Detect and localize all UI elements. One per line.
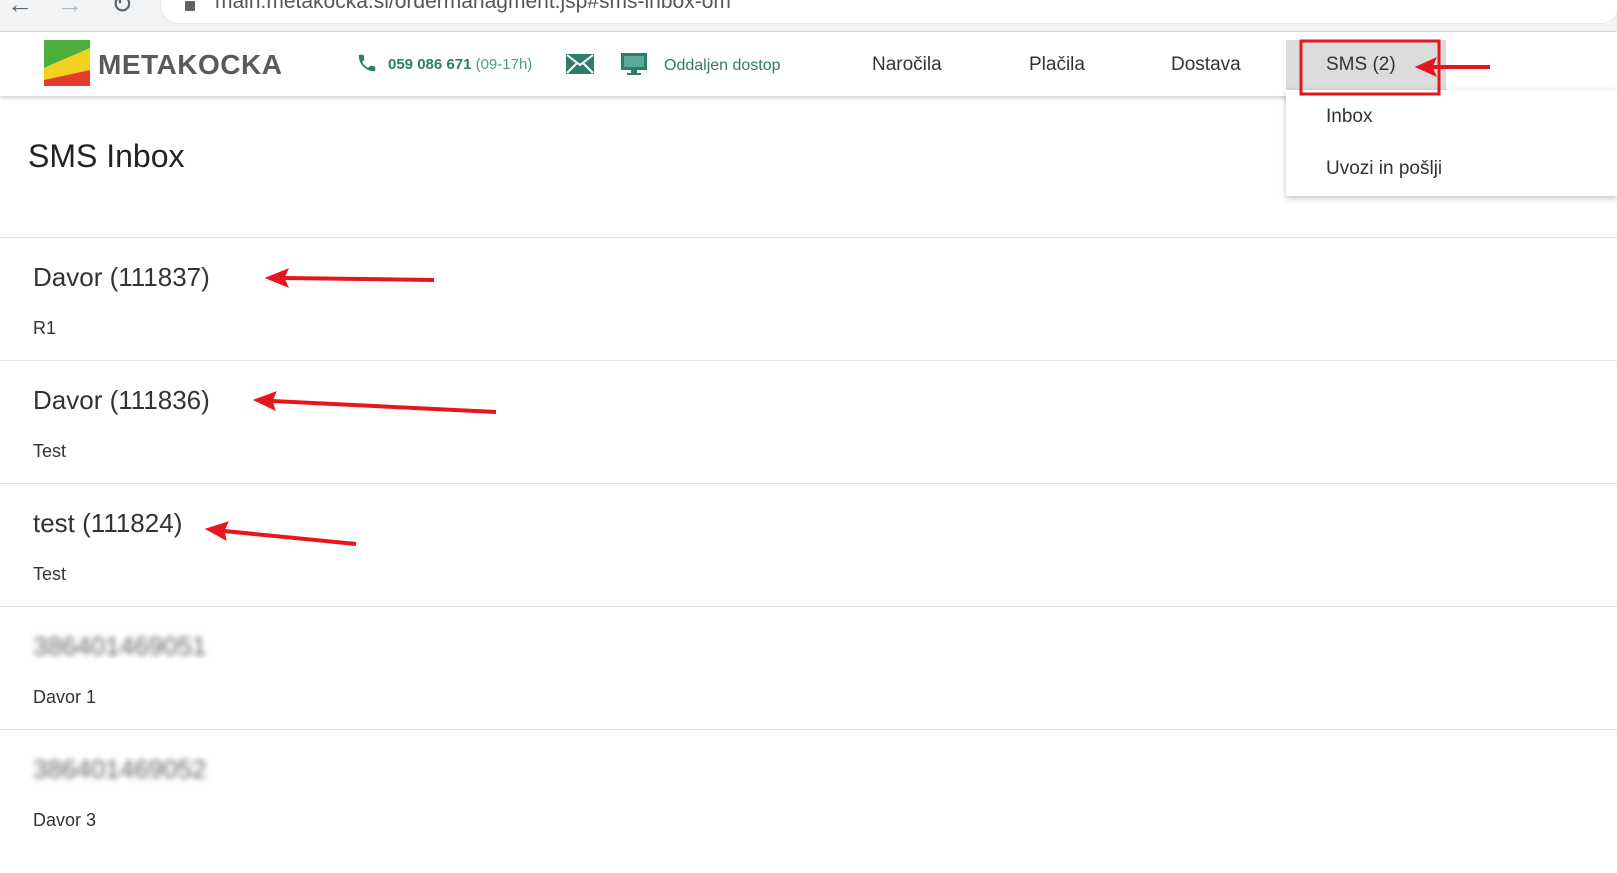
page: ← → ↻ main.metakocka.si/ordermanagment.j… [0, 0, 1617, 873]
app-header: METAKOCKA 059 086 671 (09-17h) Oddaljen … [0, 32, 1617, 96]
phone-number[interactable]: 059 086 671 (09-17h) [388, 56, 532, 73]
message-body: Test [33, 441, 67, 461]
remote-access-link[interactable]: Oddaljen dostop [664, 57, 781, 75]
mail-icon[interactable] [566, 54, 594, 74]
message-item[interactable]: test (111824) Test [0, 483, 1617, 606]
phone-hours: (09-17h) [475, 56, 533, 73]
dropdown-item-inbox[interactable]: Inbox [1326, 106, 1372, 128]
message-sender: test (111824) [33, 508, 183, 538]
message-body: Davor 3 [33, 810, 97, 830]
message-body: Test [33, 564, 67, 584]
metakocka-logo-icon [44, 40, 90, 86]
phone-icon[interactable] [356, 52, 378, 74]
nav-placila[interactable]: Plačila [1029, 54, 1085, 76]
sms-dropdown-menu: Inbox Uvozi in pošlji [1286, 90, 1617, 196]
reload-icon[interactable]: ↻ [108, 0, 136, 18]
message-list: Davor (111837) R1 Davor (111836) Test te… [0, 237, 1617, 852]
message-item[interactable]: Davor (111837) R1 [0, 237, 1617, 360]
address-bar[interactable]: main.metakocka.si/ordermanagment.jsp#sms… [160, 0, 1617, 24]
message-sender: Davor (111837) [33, 262, 210, 292]
nav-dostava[interactable]: Dostava [1171, 54, 1241, 76]
browser-toolbar: ← → ↻ main.metakocka.si/ordermanagment.j… [0, 0, 1617, 32]
message-item[interactable]: Davor (111836) Test [0, 360, 1617, 483]
page-title: SMS Inbox [28, 138, 185, 174]
message-item[interactable]: 386401469051 Davor 1 [0, 606, 1617, 729]
logo-text: METAKOCKA [98, 49, 283, 80]
message-sender: Davor (111836) [33, 385, 210, 415]
lock-icon [185, 1, 195, 11]
nav-sms[interactable]: SMS (2) [1326, 54, 1396, 76]
url-text[interactable]: main.metakocka.si/ordermanagment.jsp#sms… [215, 0, 731, 14]
message-sender-blurred: 386401469052 [33, 754, 207, 784]
monitor-icon[interactable] [620, 52, 648, 76]
phone-number-text: 059 086 671 [388, 56, 472, 73]
message-sender-blurred: 386401469051 [33, 631, 207, 661]
dropdown-item-import-send[interactable]: Uvozi in pošlji [1326, 158, 1442, 180]
message-body: R1 [33, 318, 57, 338]
nav-narocila[interactable]: Naročila [872, 54, 942, 76]
message-item[interactable]: 386401469052 Davor 3 [0, 729, 1617, 852]
forward-icon[interactable]: → [56, 0, 84, 18]
back-icon[interactable]: ← [6, 0, 34, 18]
message-body: Davor 1 [33, 687, 97, 707]
